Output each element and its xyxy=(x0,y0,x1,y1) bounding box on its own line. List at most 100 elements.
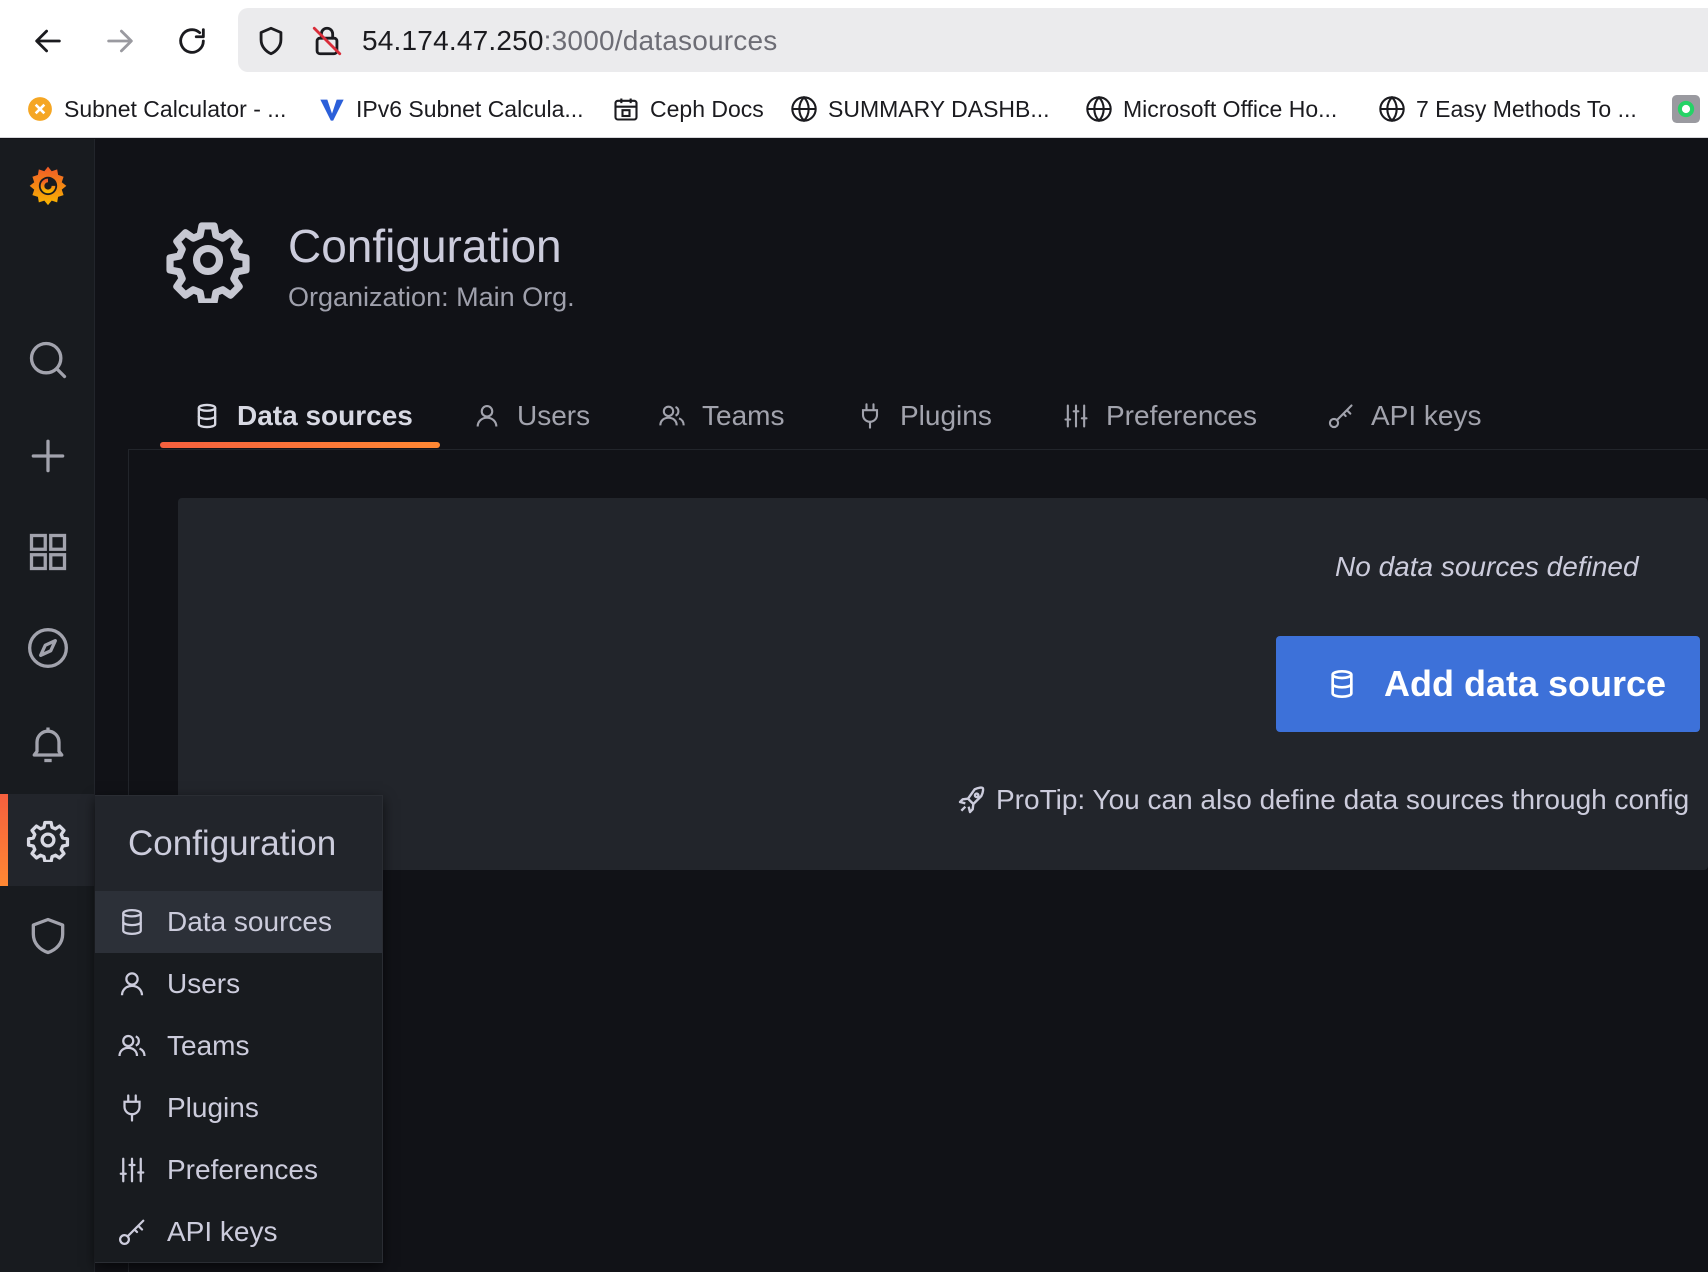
back-arrow-icon xyxy=(35,29,61,53)
explore-button[interactable] xyxy=(0,602,95,694)
tab-label: Users xyxy=(517,400,591,431)
user-icon xyxy=(120,972,144,996)
shield-icon xyxy=(31,917,64,955)
tab-label: Plugins xyxy=(900,400,992,431)
page-subtitle: Organization: Main Org. xyxy=(288,282,575,312)
side-menu xyxy=(0,139,95,1272)
alerting-button[interactable] xyxy=(0,698,95,790)
insecure-lock-icon[interactable] xyxy=(310,24,344,58)
database-icon xyxy=(197,403,217,429)
bookmark-item[interactable]: Ceph Docs xyxy=(612,90,764,128)
server-admin-button[interactable] xyxy=(0,890,95,982)
dropdown-item-teams[interactable]: Teams xyxy=(95,1015,382,1077)
bookmark-item[interactable]: 7 Easy Methods To ... xyxy=(1378,90,1637,128)
search-button[interactable] xyxy=(0,314,95,406)
configuration-gear-icon xyxy=(26,820,69,862)
browser-toolbar: 54.174.47.250:3000/datasources xyxy=(0,0,1708,80)
tab-teams[interactable]: Teams xyxy=(658,385,784,447)
globe-icon xyxy=(1085,95,1113,123)
url-host: 54.174.47.250 xyxy=(362,25,544,56)
active-tab-indicator xyxy=(160,442,440,448)
grafana-home-link[interactable] xyxy=(0,139,95,231)
dropdown-item-preferences[interactable]: Preferences xyxy=(95,1139,382,1201)
explore-icon xyxy=(27,628,68,668)
reload-button[interactable] xyxy=(170,19,214,63)
user-icon xyxy=(476,405,498,427)
whatsapp-icon xyxy=(1672,95,1700,123)
bookmark-label: SUMMARY DASHB... xyxy=(828,95,1050,122)
protip-text: ProTip: You can also define data sources… xyxy=(996,784,1690,815)
dropdown-item-api-keys[interactable]: API keys xyxy=(95,1201,382,1263)
grafana-logo xyxy=(29,166,66,206)
ipv6-icon xyxy=(318,95,346,123)
bookmark-item[interactable]: SUMMARY DASHB... xyxy=(790,90,1050,128)
ceph-icon xyxy=(612,95,640,123)
sliders-icon xyxy=(1064,404,1088,428)
dropdown-item-label: API keys xyxy=(167,1216,278,1247)
forward-arrow-icon xyxy=(107,29,133,53)
search-icon xyxy=(29,341,66,379)
protip: ProTip: You can also define data sources… xyxy=(956,784,1689,816)
dropdown-item-data-sources[interactable]: Data sources xyxy=(95,891,382,953)
dropdown-item-label: Teams xyxy=(167,1030,250,1061)
back-button[interactable] xyxy=(26,19,70,63)
tab-users[interactable]: Users xyxy=(473,385,590,447)
dashboards-icon xyxy=(29,533,66,571)
add-data-source-button[interactable]: Add data source xyxy=(1276,636,1700,732)
dashboards-button[interactable] xyxy=(0,506,95,598)
url-path: :3000/datasources xyxy=(543,25,778,56)
alerting-bell-icon xyxy=(32,727,63,763)
tab-plugins[interactable]: Plugins xyxy=(856,385,992,447)
tab-data-sources[interactable]: Data sources xyxy=(193,385,413,447)
add-data-source-label: Add data source xyxy=(1384,663,1667,704)
configuration-dropdown-menu: Configuration Data sources Users Teams P… xyxy=(95,795,383,1263)
tab-label: API keys xyxy=(1371,400,1482,431)
dropdown-item-users[interactable]: Users xyxy=(95,953,382,1015)
database-icon xyxy=(122,909,142,936)
dropdown-item-label: Plugins xyxy=(167,1092,259,1123)
subnet-calc-icon xyxy=(26,95,54,123)
page-title: Configuration xyxy=(288,220,562,272)
bookmark-label: IPv6 Subnet Calcula... xyxy=(356,95,584,122)
sliders-icon xyxy=(119,1157,145,1183)
rocket-icon xyxy=(958,786,985,814)
tab-api-keys[interactable]: API keys xyxy=(1327,385,1481,447)
dropdown-item-label: Users xyxy=(167,968,241,999)
key-icon xyxy=(119,1219,145,1245)
globe-icon xyxy=(790,95,818,123)
tab-label: Preferences xyxy=(1106,400,1257,431)
key-icon xyxy=(1328,404,1353,429)
plus-icon xyxy=(31,439,64,473)
database-icon xyxy=(1331,670,1353,699)
bookmark-label: Subnet Calculator - ... xyxy=(64,95,287,122)
plug-icon xyxy=(123,1094,141,1122)
empty-state-title: No data sources defined xyxy=(1335,551,1639,582)
dropdown-item-label: Preferences xyxy=(167,1154,318,1185)
tracking-shield-icon[interactable] xyxy=(254,24,288,58)
bookmark-label: 7 Easy Methods To ... xyxy=(1416,95,1637,122)
bookmark-item[interactable]: Subnet Calculator - ... xyxy=(26,90,286,128)
dropdown-title[interactable]: Configuration xyxy=(95,796,382,891)
plug-icon xyxy=(861,403,879,429)
bookmark-label: Ceph Docs xyxy=(650,95,764,122)
bookmark-item[interactable]: Microsoft Office Ho... xyxy=(1085,90,1337,128)
tab-label: Teams xyxy=(702,400,785,431)
bookmarks-bar: Subnet Calculator - ... IPv6 Subnet Calc… xyxy=(0,80,1708,138)
dropdown-item-plugins[interactable]: Plugins xyxy=(95,1077,382,1139)
bookmark-label: Microsoft Office Ho... xyxy=(1123,95,1338,122)
bookmark-item[interactable]: IPv6 Subnet Calcula... xyxy=(318,90,584,128)
url-text[interactable]: 54.174.47.250:3000/datasources xyxy=(362,25,777,57)
configuration-button[interactable] xyxy=(0,794,95,886)
tab-preferences[interactable]: Preferences xyxy=(1062,385,1257,447)
dropdown-item-label: Data sources xyxy=(167,906,332,937)
globe-icon xyxy=(1378,95,1406,123)
reload-icon xyxy=(179,28,205,54)
users-icon xyxy=(659,405,685,426)
tab-label: Data sources xyxy=(237,400,413,431)
forward-button[interactable] xyxy=(98,19,142,63)
bookmark-item[interactable] xyxy=(1672,90,1708,128)
url-bar[interactable]: 54.174.47.250:3000/datasources xyxy=(238,8,1708,72)
users-icon xyxy=(118,1034,146,1057)
configuration-header-gear-icon xyxy=(166,222,250,303)
create-button[interactable] xyxy=(0,410,95,502)
